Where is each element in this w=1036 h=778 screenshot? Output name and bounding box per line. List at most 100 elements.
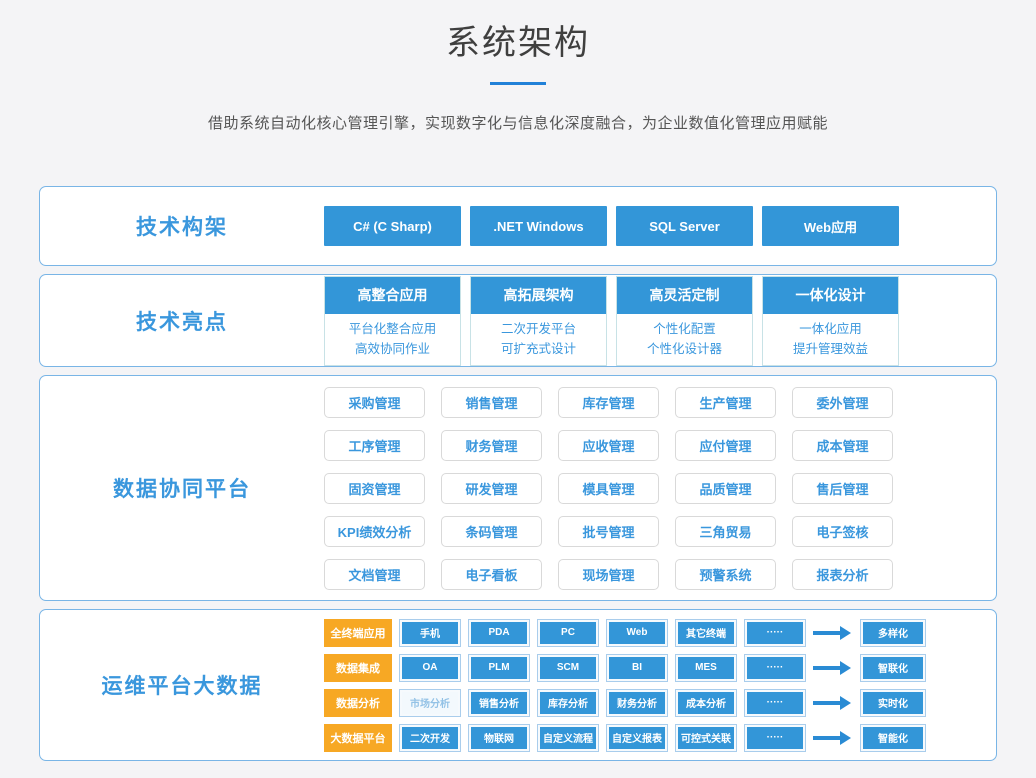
item-chip-label: 其它终端	[678, 622, 734, 644]
module-chip[interactable]: 销售管理	[441, 387, 542, 418]
bigdata-row-integration: 数据集成 OA PLM SCM BI MES ····· 智联化	[324, 654, 926, 682]
item-chip-more[interactable]: ·····	[744, 689, 806, 717]
module-chip[interactable]: 固资管理	[324, 473, 425, 504]
item-chip[interactable]: PDA	[468, 619, 530, 647]
bigdata-row-terminals: 全终端应用 手机 PDA PC Web 其它终端 ····· 多样化	[324, 619, 926, 647]
module-chip[interactable]: 三角贸易	[675, 516, 776, 547]
module-chip[interactable]: 采购管理	[324, 387, 425, 418]
highlight-card-allinone: 一体化设计 一体化应用 提升管理效益	[762, 276, 899, 366]
module-chip[interactable]: 售后管理	[792, 473, 893, 504]
item-chip-label: BI	[609, 657, 665, 679]
item-chip[interactable]: 自定义流程	[537, 724, 599, 752]
highlight-card-integration: 高整合应用 平台化整合应用 高效协同作业	[324, 276, 461, 366]
item-chip[interactable]: SCM	[537, 654, 599, 682]
page-subtitle: 借助系统自动化核心管理引擎，实现数字化与信息化深度融合，为企业数值化管理应用赋能	[0, 112, 1036, 133]
item-chip-label: PLM	[471, 657, 527, 679]
module-chip[interactable]: 批号管理	[558, 516, 659, 547]
system-architecture-page: 系统架构 借助系统自动化核心管理引擎，实现数字化与信息化深度融合，为企业数值化管…	[0, 0, 1036, 778]
item-chip-more[interactable]: ·····	[744, 654, 806, 682]
item-chip-label: 可控式关联	[678, 727, 734, 749]
item-chip-label: 二次开发	[402, 727, 458, 749]
tech-button-sqlserver[interactable]: SQL Server	[616, 206, 753, 246]
card-title: 一体化设计	[763, 277, 898, 314]
item-chip-label: PC	[540, 622, 596, 644]
item-chip[interactable]: 物联网	[468, 724, 530, 752]
category-label: 大数据平台	[324, 724, 392, 752]
item-chip[interactable]: OA	[399, 654, 461, 682]
card-body: 平台化整合应用 高效协同作业	[325, 314, 460, 365]
module-chip[interactable]: 现场管理	[558, 559, 659, 590]
panel-data-platform: 数据协同平台 采购管理 销售管理 库存管理 生产管理 委外管理 工序管理 财务管…	[39, 375, 997, 601]
item-chip[interactable]: 成本分析	[675, 689, 737, 717]
item-chip[interactable]: PC	[537, 619, 599, 647]
item-chip-label: MES	[678, 657, 734, 679]
item-chip[interactable]: BI	[606, 654, 668, 682]
module-chip[interactable]: 应收管理	[558, 430, 659, 461]
arrow-right-icon	[813, 731, 853, 745]
item-chip-label: 物联网	[471, 727, 527, 749]
module-chip[interactable]: 条码管理	[441, 516, 542, 547]
module-chip[interactable]: 委外管理	[792, 387, 893, 418]
card-line: 二次开发平台	[471, 319, 606, 339]
card-line: 个性化设计器	[617, 339, 752, 359]
item-chip[interactable]: 其它终端	[675, 619, 737, 647]
item-chip[interactable]: 手机	[399, 619, 461, 647]
bigdata-label: 运维平台大数据	[40, 670, 324, 700]
bigdata-row-analysis: 数据分析 市场分析 销售分析 库存分析 财务分析 成本分析 ····· 实时化	[324, 689, 926, 717]
module-chip[interactable]: 工序管理	[324, 430, 425, 461]
module-chip[interactable]: 电子签核	[792, 516, 893, 547]
item-chip[interactable]: 市场分析	[399, 689, 461, 717]
category-label: 全终端应用	[324, 619, 392, 647]
item-chip-label: OA	[402, 657, 458, 679]
card-line: 可扩充式设计	[471, 339, 606, 359]
module-chip[interactable]: KPI绩效分析	[324, 516, 425, 547]
data-platform-label: 数据协同平台	[40, 473, 324, 503]
highlight-card-customization: 高灵活定制 个性化配置 个性化设计器	[616, 276, 753, 366]
module-chip[interactable]: 应付管理	[675, 430, 776, 461]
tech-button-dotnet[interactable]: .NET Windows	[470, 206, 607, 246]
item-chip[interactable]: 可控式关联	[675, 724, 737, 752]
module-chip[interactable]: 财务管理	[441, 430, 542, 461]
item-chip[interactable]: Web	[606, 619, 668, 647]
result-chip[interactable]: 多样化	[860, 619, 926, 647]
card-title: 高整合应用	[325, 277, 460, 314]
module-chip[interactable]: 报表分析	[792, 559, 893, 590]
card-line: 个性化配置	[617, 319, 752, 339]
result-chip[interactable]: 实时化	[860, 689, 926, 717]
item-chip[interactable]: MES	[675, 654, 737, 682]
module-chip[interactable]: 电子看板	[441, 559, 542, 590]
module-chip[interactable]: 生产管理	[675, 387, 776, 418]
arrow-right-icon	[813, 661, 853, 675]
result-chip-label: 智联化	[863, 657, 923, 679]
module-chip[interactable]: 品质管理	[675, 473, 776, 504]
item-chip[interactable]: 二次开发	[399, 724, 461, 752]
module-chip[interactable]: 预警系统	[675, 559, 776, 590]
card-body: 一体化应用 提升管理效益	[763, 314, 898, 365]
category-label: 数据分析	[324, 689, 392, 717]
module-chip[interactable]: 研发管理	[441, 473, 542, 504]
ellipsis-label: ·····	[747, 622, 803, 644]
item-chip[interactable]: 自定义报表	[606, 724, 668, 752]
module-chip[interactable]: 模具管理	[558, 473, 659, 504]
arrow-right-icon	[813, 626, 853, 640]
item-chip[interactable]: PLM	[468, 654, 530, 682]
card-line: 提升管理效益	[763, 339, 898, 359]
module-chip[interactable]: 文档管理	[324, 559, 425, 590]
module-chip[interactable]: 成本管理	[792, 430, 893, 461]
item-chip-more[interactable]: ·····	[744, 724, 806, 752]
tech-button-csharp[interactable]: C# (C Sharp)	[324, 206, 461, 246]
item-chip-label: 手机	[402, 622, 458, 644]
item-chip-label: 销售分析	[471, 692, 527, 714]
result-chip[interactable]: 智能化	[860, 724, 926, 752]
item-chip[interactable]: 销售分析	[468, 689, 530, 717]
item-chip-more[interactable]: ·····	[744, 619, 806, 647]
module-chip[interactable]: 库存管理	[558, 387, 659, 418]
item-chip[interactable]: 财务分析	[606, 689, 668, 717]
item-chip-label: SCM	[540, 657, 596, 679]
result-chip[interactable]: 智联化	[860, 654, 926, 682]
card-line: 一体化应用	[763, 319, 898, 339]
item-chip-label: 自定义报表	[609, 727, 665, 749]
item-chip[interactable]: 库存分析	[537, 689, 599, 717]
card-body: 二次开发平台 可扩充式设计	[471, 314, 606, 365]
tech-button-web[interactable]: Web应用	[762, 206, 899, 246]
